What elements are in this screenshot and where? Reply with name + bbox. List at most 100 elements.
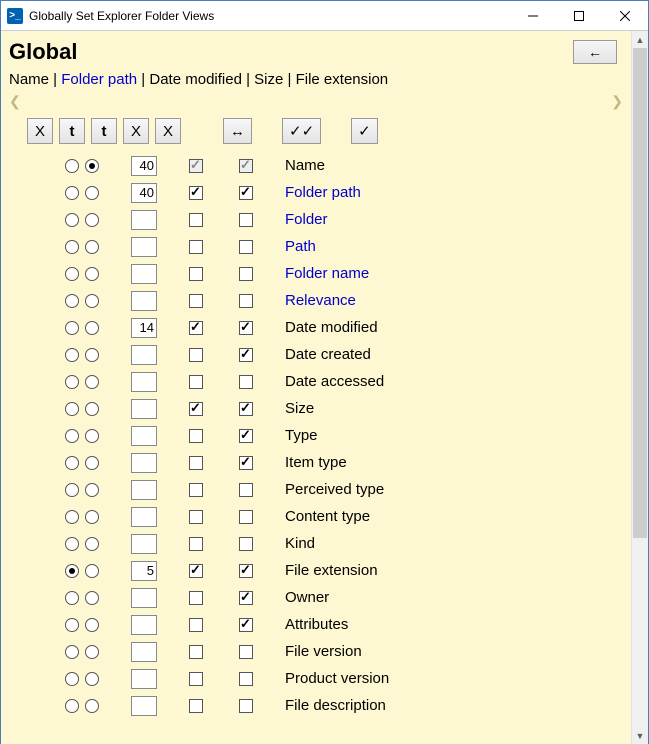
column-label[interactable]: Folder — [279, 211, 328, 228]
group-radio-2[interactable] — [85, 375, 99, 389]
width-input[interactable] — [131, 156, 157, 176]
check-1[interactable] — [189, 429, 203, 443]
selected-col[interactable]: Name — [9, 71, 49, 88]
group-radio-2[interactable] — [85, 537, 99, 551]
group-radio-1[interactable] — [65, 348, 79, 362]
selected-col[interactable]: Folder path — [61, 71, 137, 88]
width-input[interactable] — [131, 210, 157, 230]
check-1[interactable] — [189, 186, 203, 200]
column-label[interactable]: Relevance — [279, 292, 356, 309]
check-1[interactable] — [189, 456, 203, 470]
check-2[interactable] — [239, 348, 253, 362]
group-radio-1[interactable] — [65, 564, 79, 578]
width-input[interactable] — [131, 561, 157, 581]
group-radio-2[interactable] — [85, 321, 99, 335]
group-radio-2[interactable] — [85, 348, 99, 362]
check-2[interactable] — [239, 267, 253, 281]
column-label[interactable]: Type — [279, 427, 318, 444]
check-1[interactable] — [189, 402, 203, 416]
column-label[interactable]: Perceived type — [279, 481, 384, 498]
group-radio-1[interactable] — [65, 375, 79, 389]
back-button[interactable]: ← — [573, 40, 617, 64]
group-radio-1[interactable] — [65, 645, 79, 659]
group-radio-1[interactable] — [65, 186, 79, 200]
group-radio-2[interactable] — [85, 213, 99, 227]
check-2[interactable] — [239, 240, 253, 254]
maximize-button[interactable] — [556, 1, 602, 30]
width-input[interactable] — [131, 588, 157, 608]
check-2[interactable] — [239, 186, 253, 200]
group-radio-2[interactable] — [85, 456, 99, 470]
check-2[interactable] — [239, 645, 253, 659]
column-label[interactable]: File extension — [279, 562, 378, 579]
check-2[interactable] — [239, 591, 253, 605]
column-label[interactable]: Date modified — [279, 319, 378, 336]
scroll-down-icon[interactable]: ▼ — [632, 727, 648, 744]
width-input[interactable] — [131, 480, 157, 500]
check-2[interactable] — [239, 483, 253, 497]
column-label[interactable]: Date accessed — [279, 373, 384, 390]
width-input[interactable] — [131, 291, 157, 311]
check-2[interactable] — [239, 402, 253, 416]
group-radio-1[interactable] — [65, 699, 79, 713]
col-btn-2[interactable]: t — [59, 118, 85, 144]
check-1[interactable] — [189, 537, 203, 551]
check-2[interactable] — [239, 321, 253, 335]
column-label[interactable]: Product version — [279, 670, 389, 687]
vertical-scrollbar[interactable]: ▲ ▼ — [631, 31, 648, 744]
check-2[interactable] — [239, 564, 253, 578]
width-input[interactable] — [131, 318, 157, 338]
group-radio-1[interactable] — [65, 429, 79, 443]
scroll-up-icon[interactable]: ▲ — [632, 31, 648, 48]
group-radio-2[interactable] — [85, 402, 99, 416]
group-radio-2[interactable] — [85, 186, 99, 200]
group-radio-2[interactable] — [85, 672, 99, 686]
group-radio-1[interactable] — [65, 537, 79, 551]
minimize-button[interactable] — [510, 1, 556, 30]
column-label[interactable]: Size — [279, 400, 314, 417]
width-input[interactable] — [131, 642, 157, 662]
group-radio-2[interactable] — [85, 645, 99, 659]
width-input[interactable] — [131, 399, 157, 419]
check-2[interactable] — [239, 213, 253, 227]
check-all-2-button[interactable]: ✓ — [351, 118, 378, 144]
chevron-right-icon[interactable]: ❯ — [611, 93, 623, 110]
col-btn-5[interactable]: X — [155, 118, 181, 144]
column-label[interactable]: Owner — [279, 589, 329, 606]
width-input[interactable] — [131, 345, 157, 365]
check-2[interactable] — [239, 429, 253, 443]
group-radio-1[interactable] — [65, 483, 79, 497]
width-input[interactable] — [131, 264, 157, 284]
check-2[interactable] — [239, 699, 253, 713]
col-btn-4[interactable]: X — [123, 118, 149, 144]
check-1[interactable] — [189, 510, 203, 524]
group-radio-1[interactable] — [65, 321, 79, 335]
group-radio-1[interactable] — [65, 591, 79, 605]
column-label[interactable]: File version — [279, 643, 362, 660]
column-label[interactable]: Kind — [279, 535, 315, 552]
column-label[interactable]: Date created — [279, 346, 371, 363]
column-label[interactable]: Path — [279, 238, 316, 255]
close-button[interactable] — [602, 1, 648, 30]
group-radio-2[interactable] — [85, 294, 99, 308]
group-radio-2[interactable] — [85, 510, 99, 524]
group-radio-1[interactable] — [65, 159, 79, 173]
check-2[interactable] — [239, 456, 253, 470]
check-all-1-button[interactable]: ✓✓ — [282, 118, 321, 144]
column-label[interactable]: Name — [279, 157, 325, 174]
group-radio-1[interactable] — [65, 294, 79, 308]
width-input[interactable] — [131, 372, 157, 392]
group-radio-2[interactable] — [85, 483, 99, 497]
selected-col[interactable]: Size — [254, 71, 283, 88]
check-1[interactable] — [189, 483, 203, 497]
width-input[interactable] — [131, 669, 157, 689]
group-radio-2[interactable] — [85, 564, 99, 578]
column-label[interactable]: Folder path — [279, 184, 361, 201]
group-radio-2[interactable] — [85, 267, 99, 281]
width-input[interactable] — [131, 426, 157, 446]
col-btn-1[interactable]: X — [27, 118, 53, 144]
width-input[interactable] — [131, 183, 157, 203]
check-1[interactable] — [189, 348, 203, 362]
check-2[interactable] — [239, 294, 253, 308]
check-2[interactable] — [239, 159, 253, 173]
